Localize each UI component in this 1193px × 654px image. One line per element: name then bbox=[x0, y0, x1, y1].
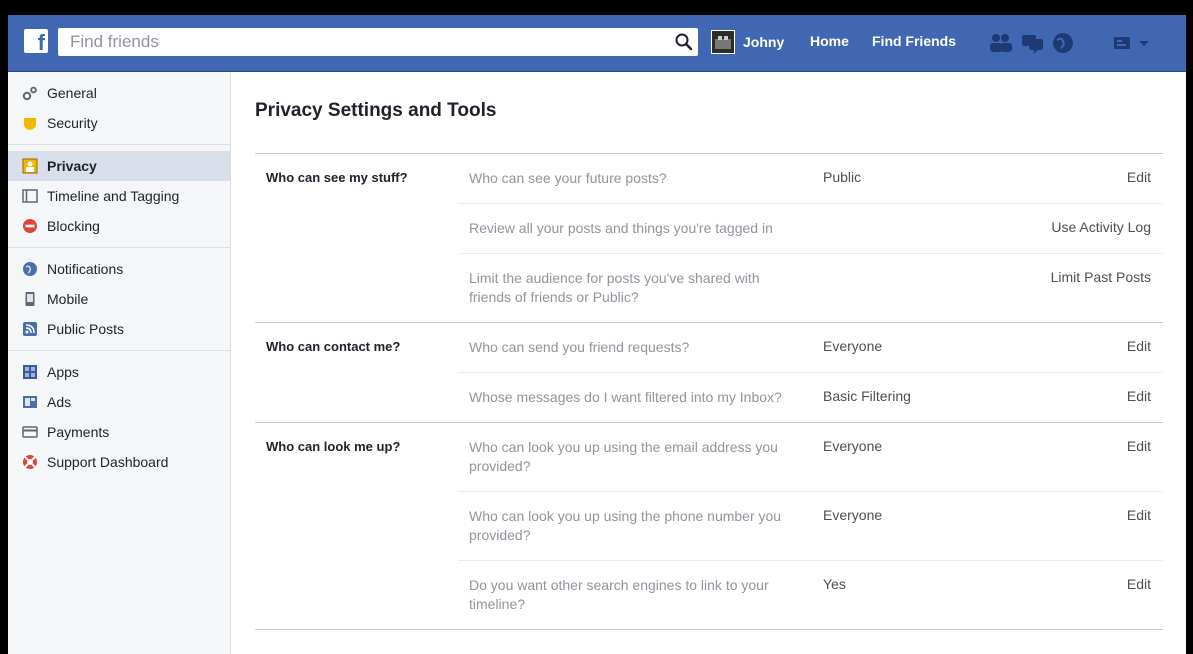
edit-link[interactable]: Edit bbox=[1127, 576, 1151, 592]
sidebar-group: Notifications Mobile Public Posts bbox=[8, 248, 230, 351]
sidebar-item-label: Public Posts bbox=[47, 321, 125, 337]
sidebar-group: Apps Ads Payments Support Dashboard bbox=[8, 351, 230, 483]
edit-link[interactable]: Edit bbox=[1127, 169, 1151, 185]
setting-question: Review all your posts and things you're … bbox=[469, 220, 773, 236]
edit-link[interactable]: Edit bbox=[1127, 388, 1151, 404]
search-icon[interactable] bbox=[674, 32, 694, 52]
page-title: Privacy Settings and Tools bbox=[255, 100, 497, 121]
sidebar-item-public-posts[interactable]: Public Posts bbox=[8, 314, 230, 344]
edit-link[interactable]: Edit bbox=[1127, 507, 1151, 523]
sidebar-item-timeline-and-tagging[interactable]: Timeline and Tagging bbox=[8, 181, 230, 211]
sidebar-item-label: Support Dashboard bbox=[47, 454, 169, 470]
chevron-down-icon[interactable] bbox=[1136, 31, 1160, 55]
sidebar-item-label: Blocking bbox=[47, 218, 100, 234]
sidebar-item-label: Payments bbox=[47, 424, 110, 440]
section-title: Who can contact me? bbox=[266, 339, 401, 354]
setting-question: Who can look you up using the phone numb… bbox=[469, 508, 782, 543]
sidebar-item-label: Privacy bbox=[47, 158, 97, 174]
sidebar-group: Privacy Timeline and Tagging Blocking bbox=[8, 145, 230, 248]
sidebar-item-label: General bbox=[47, 85, 97, 101]
setting-value: Basic Filtering bbox=[823, 388, 911, 404]
setting-question: Whose messages do I want filtered into m… bbox=[469, 389, 782, 405]
sidebar-item-notifications[interactable]: Notifications bbox=[8, 254, 230, 284]
settings-section: Who can look me up? Who can look you up … bbox=[255, 423, 1163, 630]
setting-value: Everyone bbox=[823, 338, 883, 354]
home-link[interactable]: Home bbox=[810, 33, 849, 49]
settings-row: Limit the audience for posts you've shar… bbox=[458, 253, 1163, 322]
setting-question: Who can see your future posts? bbox=[469, 170, 667, 186]
settings-row: Who can look you up using the phone numb… bbox=[458, 491, 1163, 560]
limit-past-posts-link[interactable]: Limit Past Posts bbox=[1051, 269, 1151, 285]
lock-icon bbox=[22, 158, 38, 174]
setting-question: Who can send you friend requests? bbox=[469, 339, 690, 355]
globe-icon bbox=[22, 261, 38, 277]
setting-question: Limit the audience for posts you've shar… bbox=[469, 270, 760, 305]
setting-question: Who can look you up using the email addr… bbox=[469, 439, 778, 474]
ads-icon bbox=[22, 394, 38, 410]
sidebar-item-label: Notifications bbox=[47, 261, 124, 277]
use-activity-log-link[interactable]: Use Activity Log bbox=[1051, 219, 1151, 235]
sidebar-item-blocking[interactable]: Blocking bbox=[8, 211, 230, 241]
avatar bbox=[711, 30, 735, 54]
section-title: Who can see my stuff? bbox=[266, 170, 408, 185]
settings-row: Who can send you friend requests? Everyo… bbox=[458, 323, 1163, 372]
shield-icon bbox=[22, 115, 38, 131]
search-input[interactable] bbox=[58, 28, 658, 56]
settings-section: Who can see my stuff? Who can see your f… bbox=[255, 154, 1163, 323]
settings-sidebar: General Security Privacy Timeline and Ta… bbox=[8, 72, 231, 654]
profile-link[interactable]: Johny bbox=[711, 29, 784, 55]
main-content: Privacy Settings and Tools Who can see m… bbox=[231, 72, 1186, 654]
sidebar-item-payments[interactable]: Payments bbox=[8, 417, 230, 447]
sidebar-item-mobile[interactable]: Mobile bbox=[8, 284, 230, 314]
settings-row: Review all your posts and things you're … bbox=[458, 203, 1163, 253]
sidebar-item-apps[interactable]: Apps bbox=[8, 357, 230, 387]
edit-link[interactable]: Edit bbox=[1127, 338, 1151, 354]
messages-icon[interactable] bbox=[1020, 31, 1044, 55]
sidebar-item-support-dashboard[interactable]: Support Dashboard bbox=[8, 447, 230, 477]
sidebar-item-label: Apps bbox=[47, 364, 79, 380]
search-box bbox=[58, 28, 698, 56]
credit-card-icon bbox=[22, 424, 38, 440]
top-bar: f Johny Home Find Friends bbox=[8, 15, 1186, 72]
apps-icon bbox=[22, 364, 38, 380]
sidebar-item-label: Security bbox=[47, 115, 98, 131]
sidebar-item-ads[interactable]: Ads bbox=[8, 387, 230, 417]
setting-question: Do you want other search engines to link… bbox=[469, 577, 769, 612]
privacy-settings-table: Who can see my stuff? Who can see your f… bbox=[255, 153, 1163, 630]
profile-name: Johny bbox=[743, 34, 785, 50]
settings-row: Whose messages do I want filtered into m… bbox=[458, 372, 1163, 422]
friend-requests-icon[interactable] bbox=[988, 31, 1012, 55]
setting-value: Everyone bbox=[823, 507, 883, 523]
setting-value: Everyone bbox=[823, 438, 883, 454]
rss-icon bbox=[22, 321, 38, 337]
mobile-icon bbox=[22, 291, 38, 307]
sidebar-item-label: Timeline and Tagging bbox=[47, 188, 180, 204]
settings-row: Do you want other search engines to link… bbox=[458, 560, 1163, 629]
settings-row: Who can see your future posts? Public Ed… bbox=[458, 154, 1163, 203]
sidebar-item-privacy[interactable]: Privacy bbox=[8, 151, 230, 181]
account-menu-icon[interactable] bbox=[1112, 31, 1136, 55]
timeline-icon bbox=[22, 188, 38, 204]
setting-value: Public bbox=[823, 169, 862, 185]
lifebuoy-icon bbox=[22, 454, 38, 470]
settings-section: Who can contact me? Who can send you fri… bbox=[255, 323, 1163, 423]
section-title: Who can look me up? bbox=[266, 439, 401, 454]
find-friends-link[interactable]: Find Friends bbox=[872, 33, 956, 49]
screen: f Johny Home Find Friends bbox=[8, 15, 1186, 654]
gears-icon bbox=[22, 85, 38, 101]
sidebar-group: General Security bbox=[8, 72, 230, 145]
settings-row: Who can look you up using the email addr… bbox=[458, 423, 1163, 491]
block-icon bbox=[22, 218, 38, 234]
sidebar-item-general[interactable]: General bbox=[8, 78, 230, 108]
sidebar-item-label: Ads bbox=[47, 394, 72, 410]
edit-link[interactable]: Edit bbox=[1127, 438, 1151, 454]
sidebar-item-label: Mobile bbox=[47, 291, 89, 307]
sidebar-item-security[interactable]: Security bbox=[8, 108, 230, 138]
facebook-logo[interactable]: f bbox=[24, 29, 48, 53]
setting-value: Yes bbox=[823, 576, 846, 592]
notifications-globe-icon[interactable] bbox=[1051, 31, 1075, 55]
